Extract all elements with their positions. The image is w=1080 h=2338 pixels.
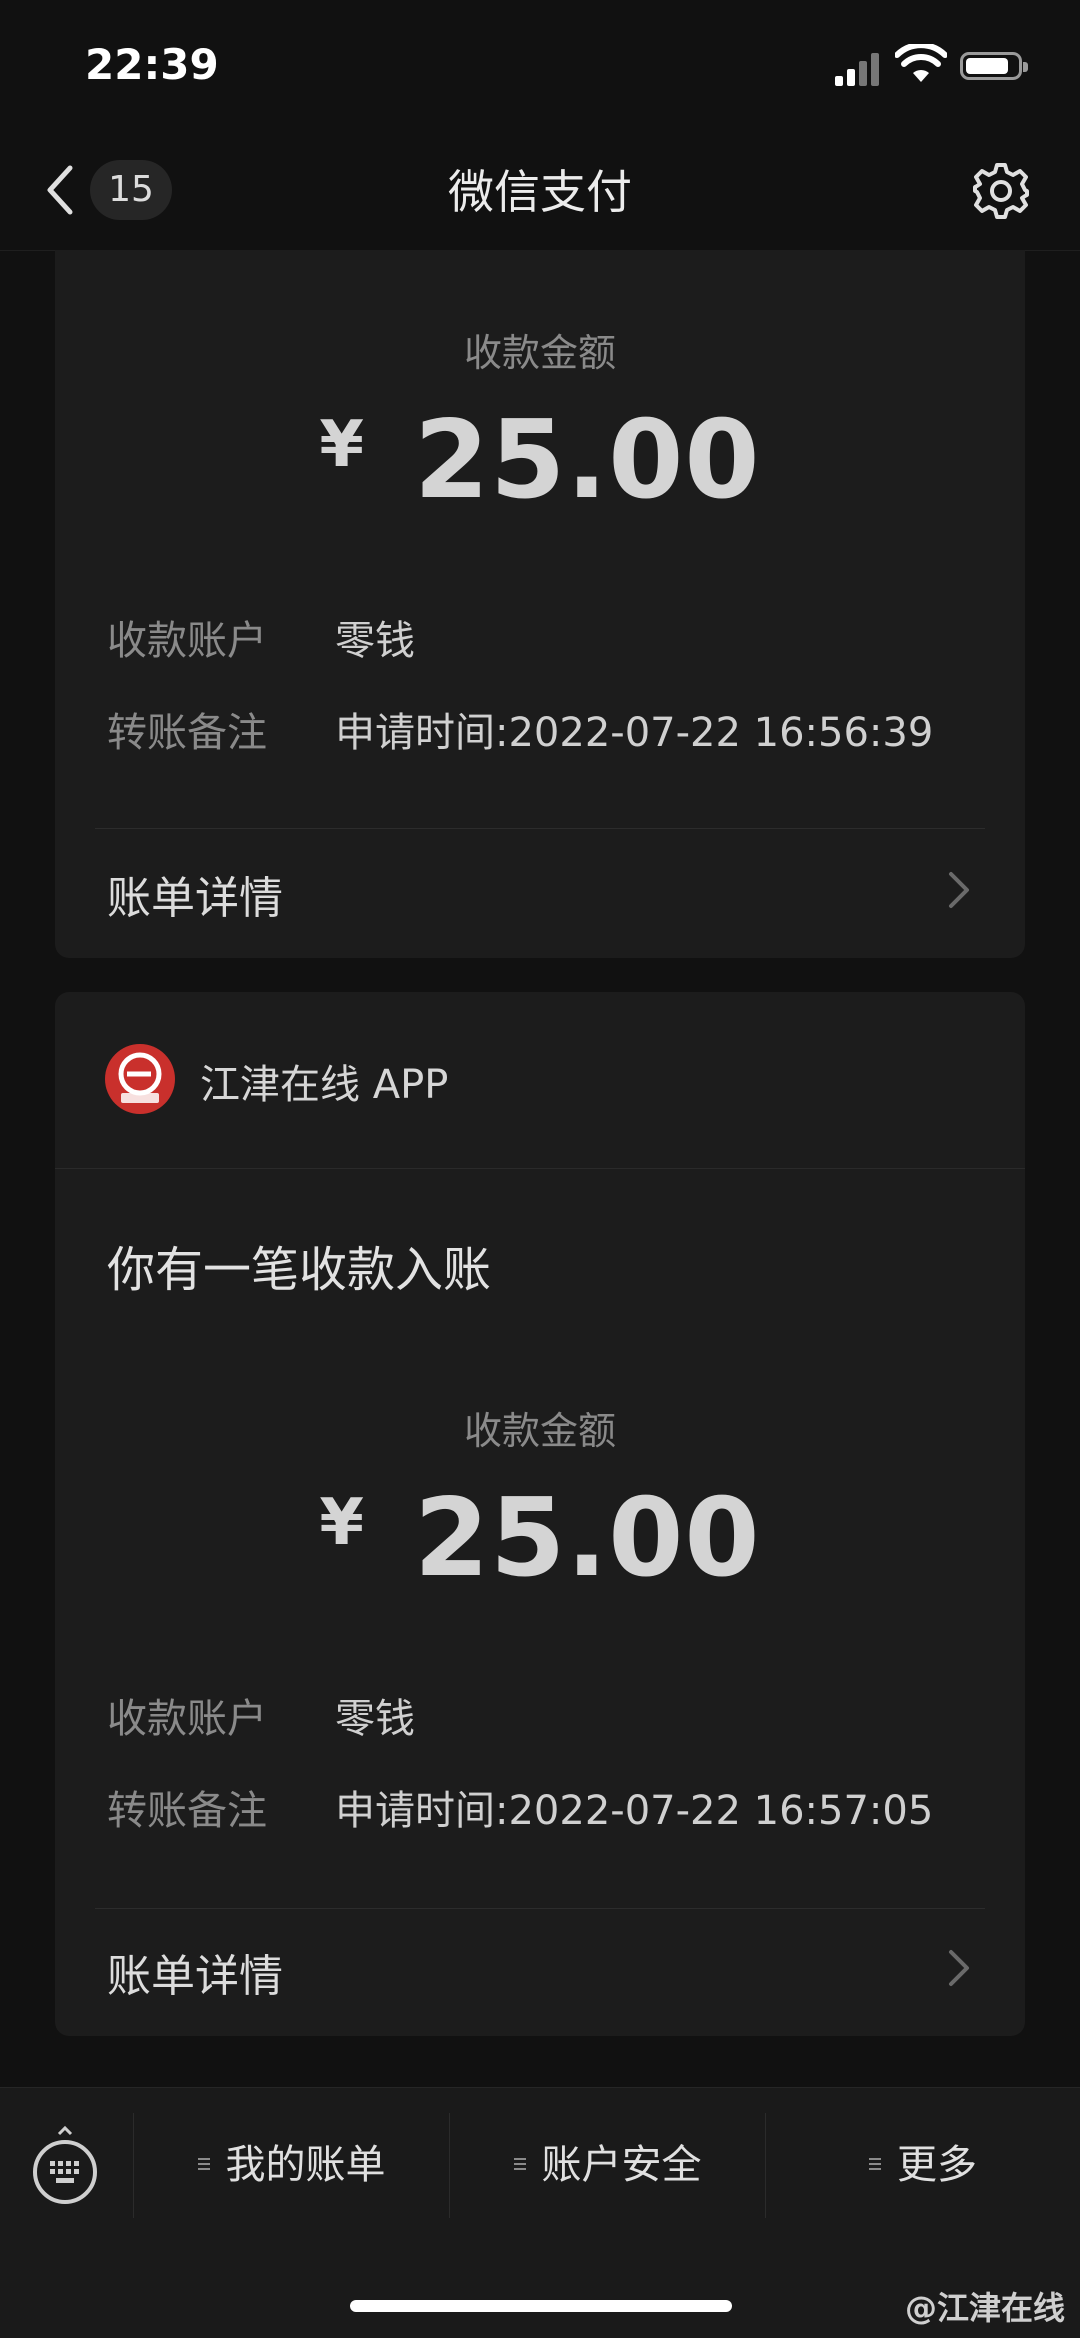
note-value: 申请时间:2022-07-22 16:57:05 — [335, 1788, 934, 1834]
tab-more[interactable]: 更多 — [766, 2108, 1080, 2223]
amount-number: 25.00 — [413, 398, 761, 523]
amount-value: ¥25.00 — [55, 1476, 1025, 1601]
tab-label: 更多 — [897, 2142, 977, 2188]
menu-icon — [869, 2155, 881, 2173]
currency-symbol: ¥ — [319, 408, 364, 482]
tab-account-security[interactable]: 账户安全 — [450, 2108, 765, 2223]
account-label: 收款账户 — [107, 1696, 267, 1742]
tab-my-bills[interactable]: 我的账单 — [134, 2108, 449, 2223]
card-headline: 你有一笔收款入账 — [107, 1242, 492, 1298]
account-value: 零钱 — [335, 1696, 415, 1742]
menu-icon — [513, 2155, 526, 2173]
bill-detail-link[interactable]: 账单详情 — [107, 1940, 283, 2004]
cellular-signal-icon — [835, 50, 885, 86]
wifi-icon — [895, 44, 947, 82]
watermark: @江津在线 — [905, 2289, 1066, 2327]
account-value: 零钱 — [335, 618, 415, 664]
payment-card: 收款金额 ¥25.00 收款账户 零钱 转账备注 申请时间:2022-07-22… — [55, 250, 1025, 958]
app-name[interactable]: 江津在线 APP — [200, 1052, 448, 1110]
tab-label: 账户安全 — [541, 2142, 702, 2188]
currency-symbol: ¥ — [319, 1486, 364, 1560]
chevron-right-icon[interactable] — [945, 1946, 973, 1990]
status-bar: 22:39 — [0, 0, 1080, 130]
note-label: 转账备注 — [107, 1788, 267, 1834]
tab-label: 我的账单 — [225, 2142, 386, 2188]
battery-icon — [960, 52, 1028, 80]
unread-count-badge[interactable]: 15 — [90, 160, 172, 220]
app-logo-icon — [105, 1044, 175, 1114]
home-indicator[interactable] — [350, 2300, 732, 2312]
amount-value: ¥25.00 — [55, 398, 1025, 523]
keyboard-icon[interactable] — [30, 2124, 100, 2206]
amount-label: 收款金额 — [463, 331, 616, 375]
amount-label: 收款金额 — [463, 1409, 616, 1453]
amount-number: 25.00 — [413, 1476, 761, 1601]
gear-icon[interactable] — [970, 160, 1032, 222]
menu-icon — [197, 2155, 210, 2173]
status-time: 22:39 — [85, 40, 219, 89]
account-label: 收款账户 — [107, 618, 267, 664]
payment-card: 江津在线 APP 你有一笔收款入账 收款金额 ¥25.00 收款账户 零钱 转账… — [55, 992, 1025, 2036]
divider — [95, 1908, 985, 1909]
nav-bar: 15 微信支付 — [0, 130, 1080, 251]
divider — [55, 1168, 1025, 1169]
divider — [95, 828, 985, 829]
chevron-right-icon[interactable] — [945, 868, 973, 912]
note-value: 申请时间:2022-07-22 16:56:39 — [335, 710, 934, 756]
page-title: 微信支付 — [448, 165, 632, 219]
chevron-left-icon[interactable] — [40, 160, 80, 220]
note-label: 转账备注 — [107, 710, 267, 756]
bill-detail-link[interactable]: 账单详情 — [107, 862, 283, 926]
